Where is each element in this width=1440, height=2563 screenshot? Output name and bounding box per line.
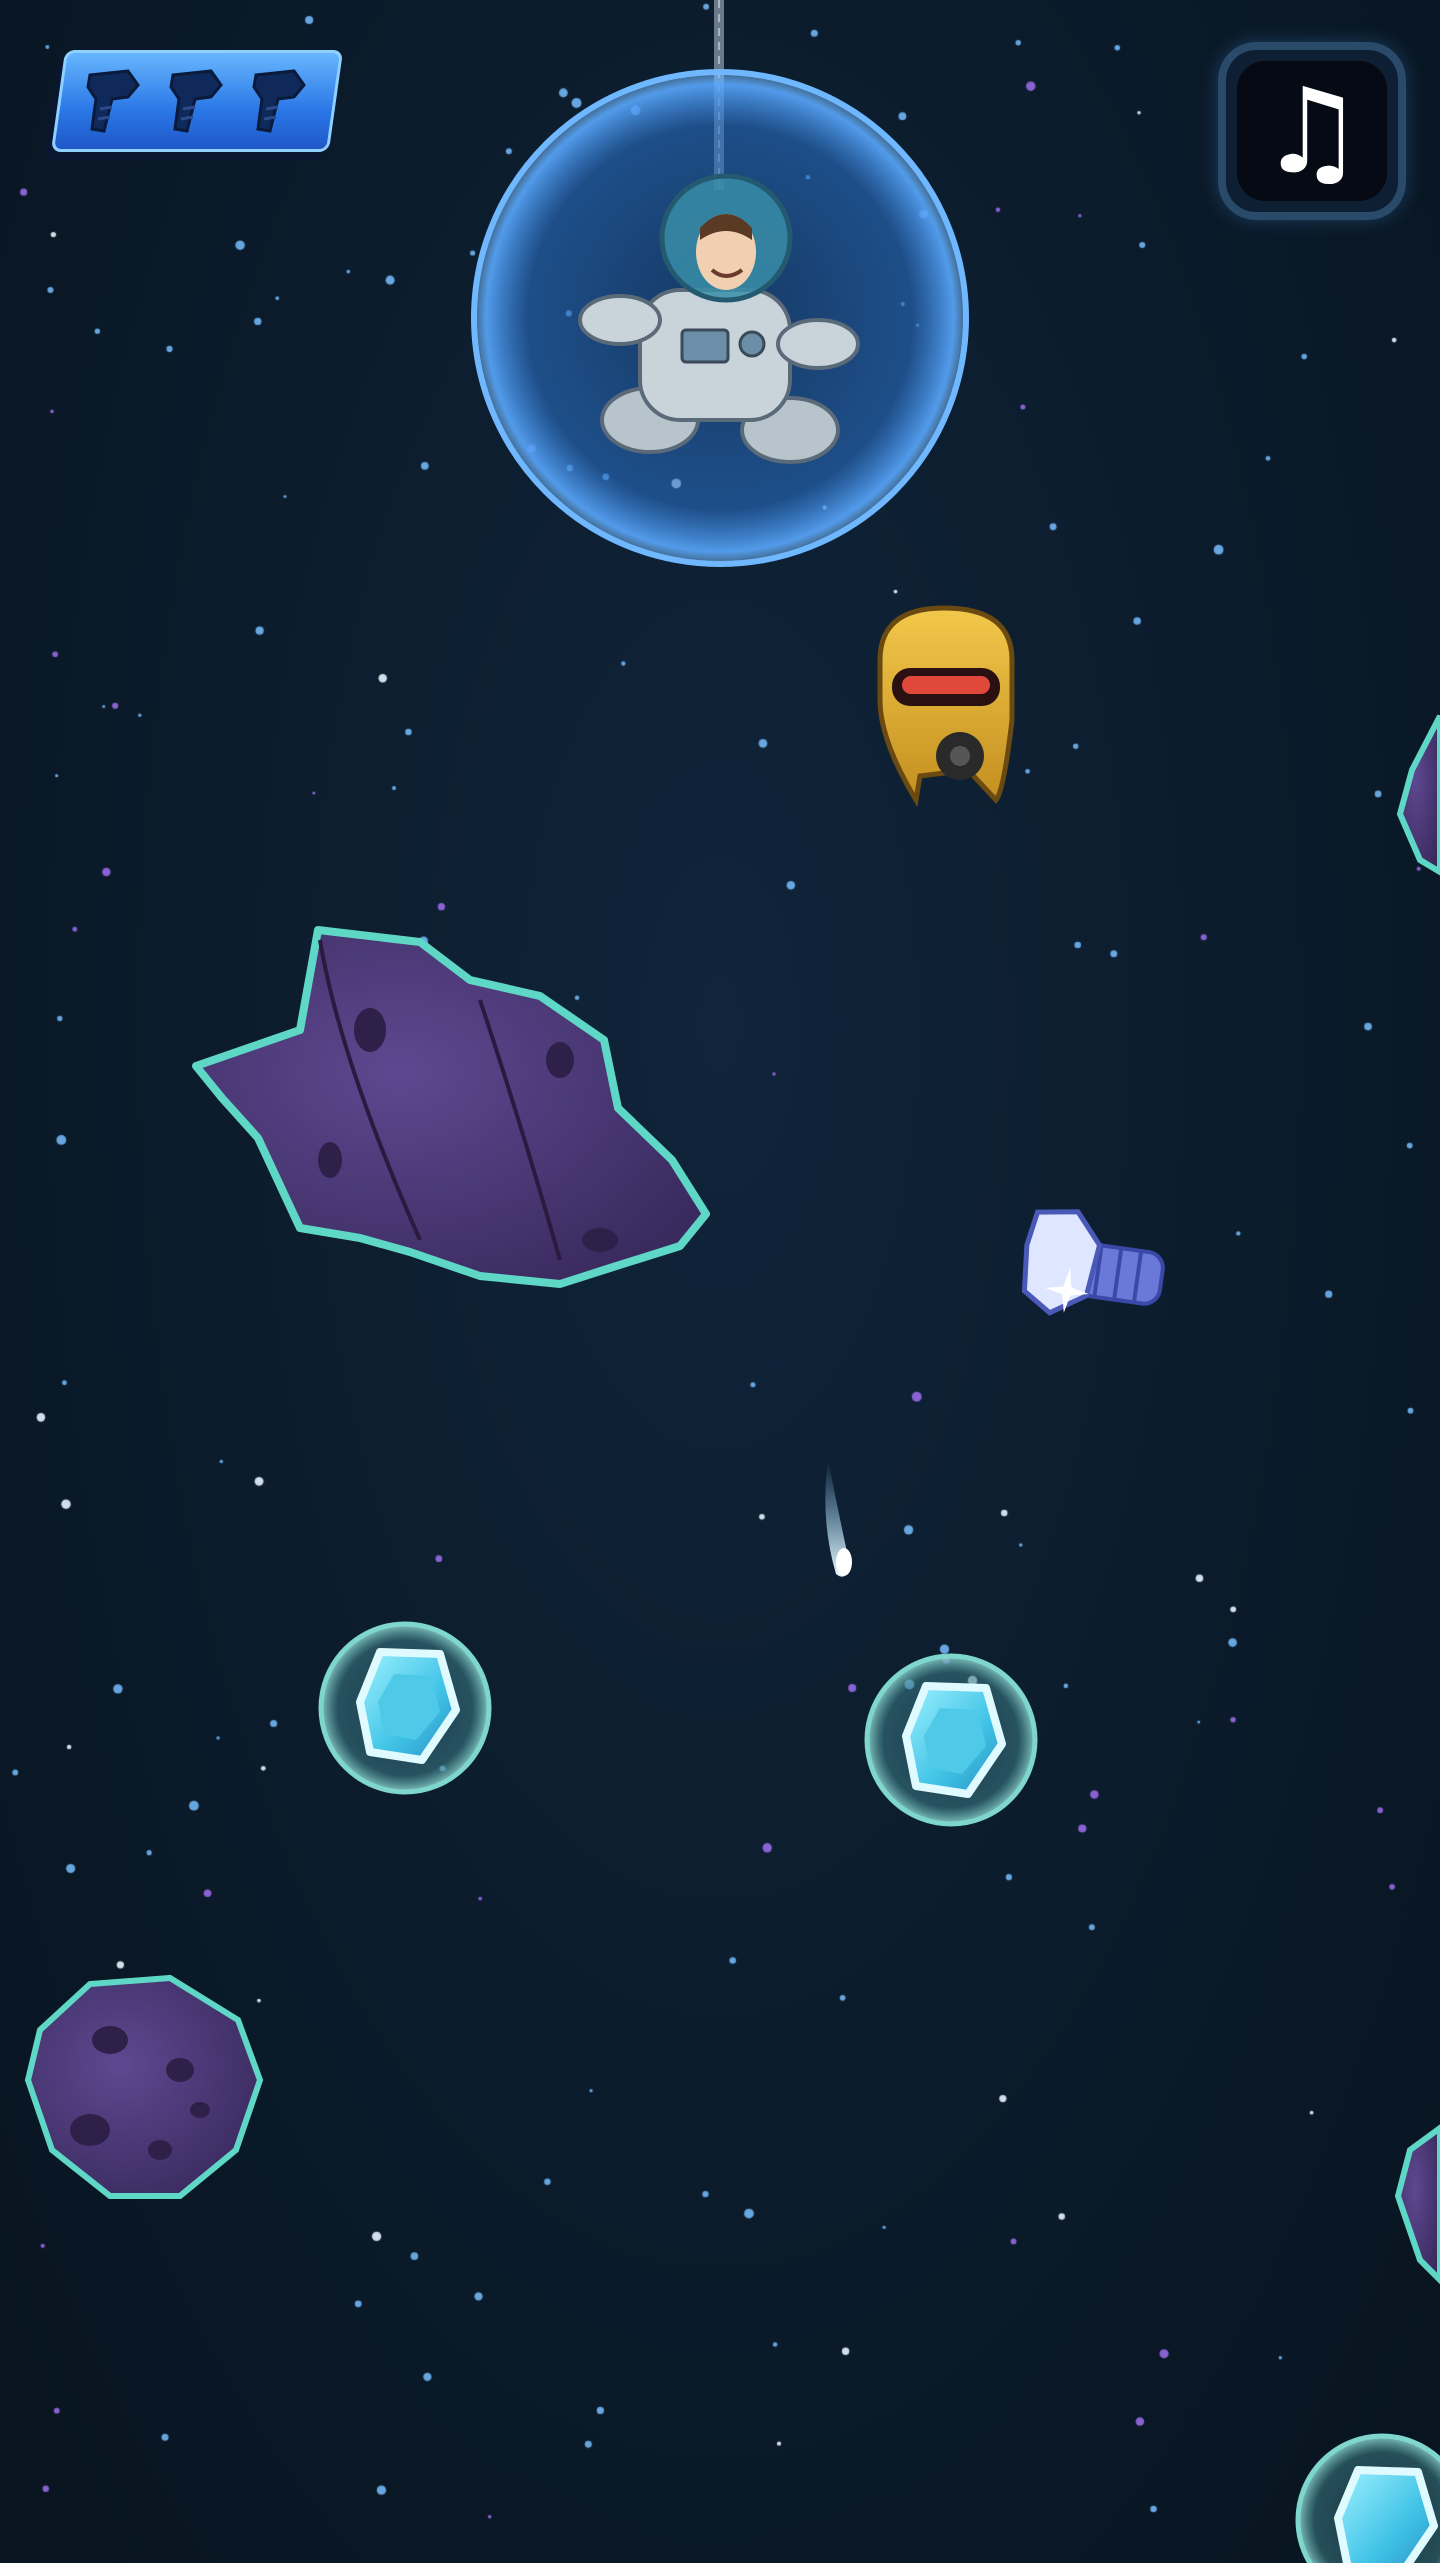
game-scene xyxy=(24,0,1440,2563)
robot-drone-enemy xyxy=(877,605,1015,808)
large-asteroid xyxy=(192,926,710,1288)
music-toggle-button[interactable]: ♫ xyxy=(1218,42,1406,220)
edge-asteroid-bottom xyxy=(1394,2124,1440,2285)
gem-bubble-pickup xyxy=(318,1621,492,1795)
bolt-icon xyxy=(169,69,223,133)
edge-asteroid-top xyxy=(1396,714,1440,876)
bolt-icon xyxy=(86,69,140,133)
bolt-icon xyxy=(252,69,307,133)
player-astronaut[interactable] xyxy=(471,69,969,567)
lives-panel xyxy=(50,50,344,152)
bolt-pickup xyxy=(1021,1209,1165,1316)
small-asteroid xyxy=(24,1974,264,2199)
music-note-icon: ♫ xyxy=(1237,61,1387,201)
gem-bubble-pickup-partial xyxy=(1295,2433,1440,2563)
comet-effect xyxy=(825,1460,852,1577)
gem-bubble-pickup xyxy=(864,1653,1038,1827)
